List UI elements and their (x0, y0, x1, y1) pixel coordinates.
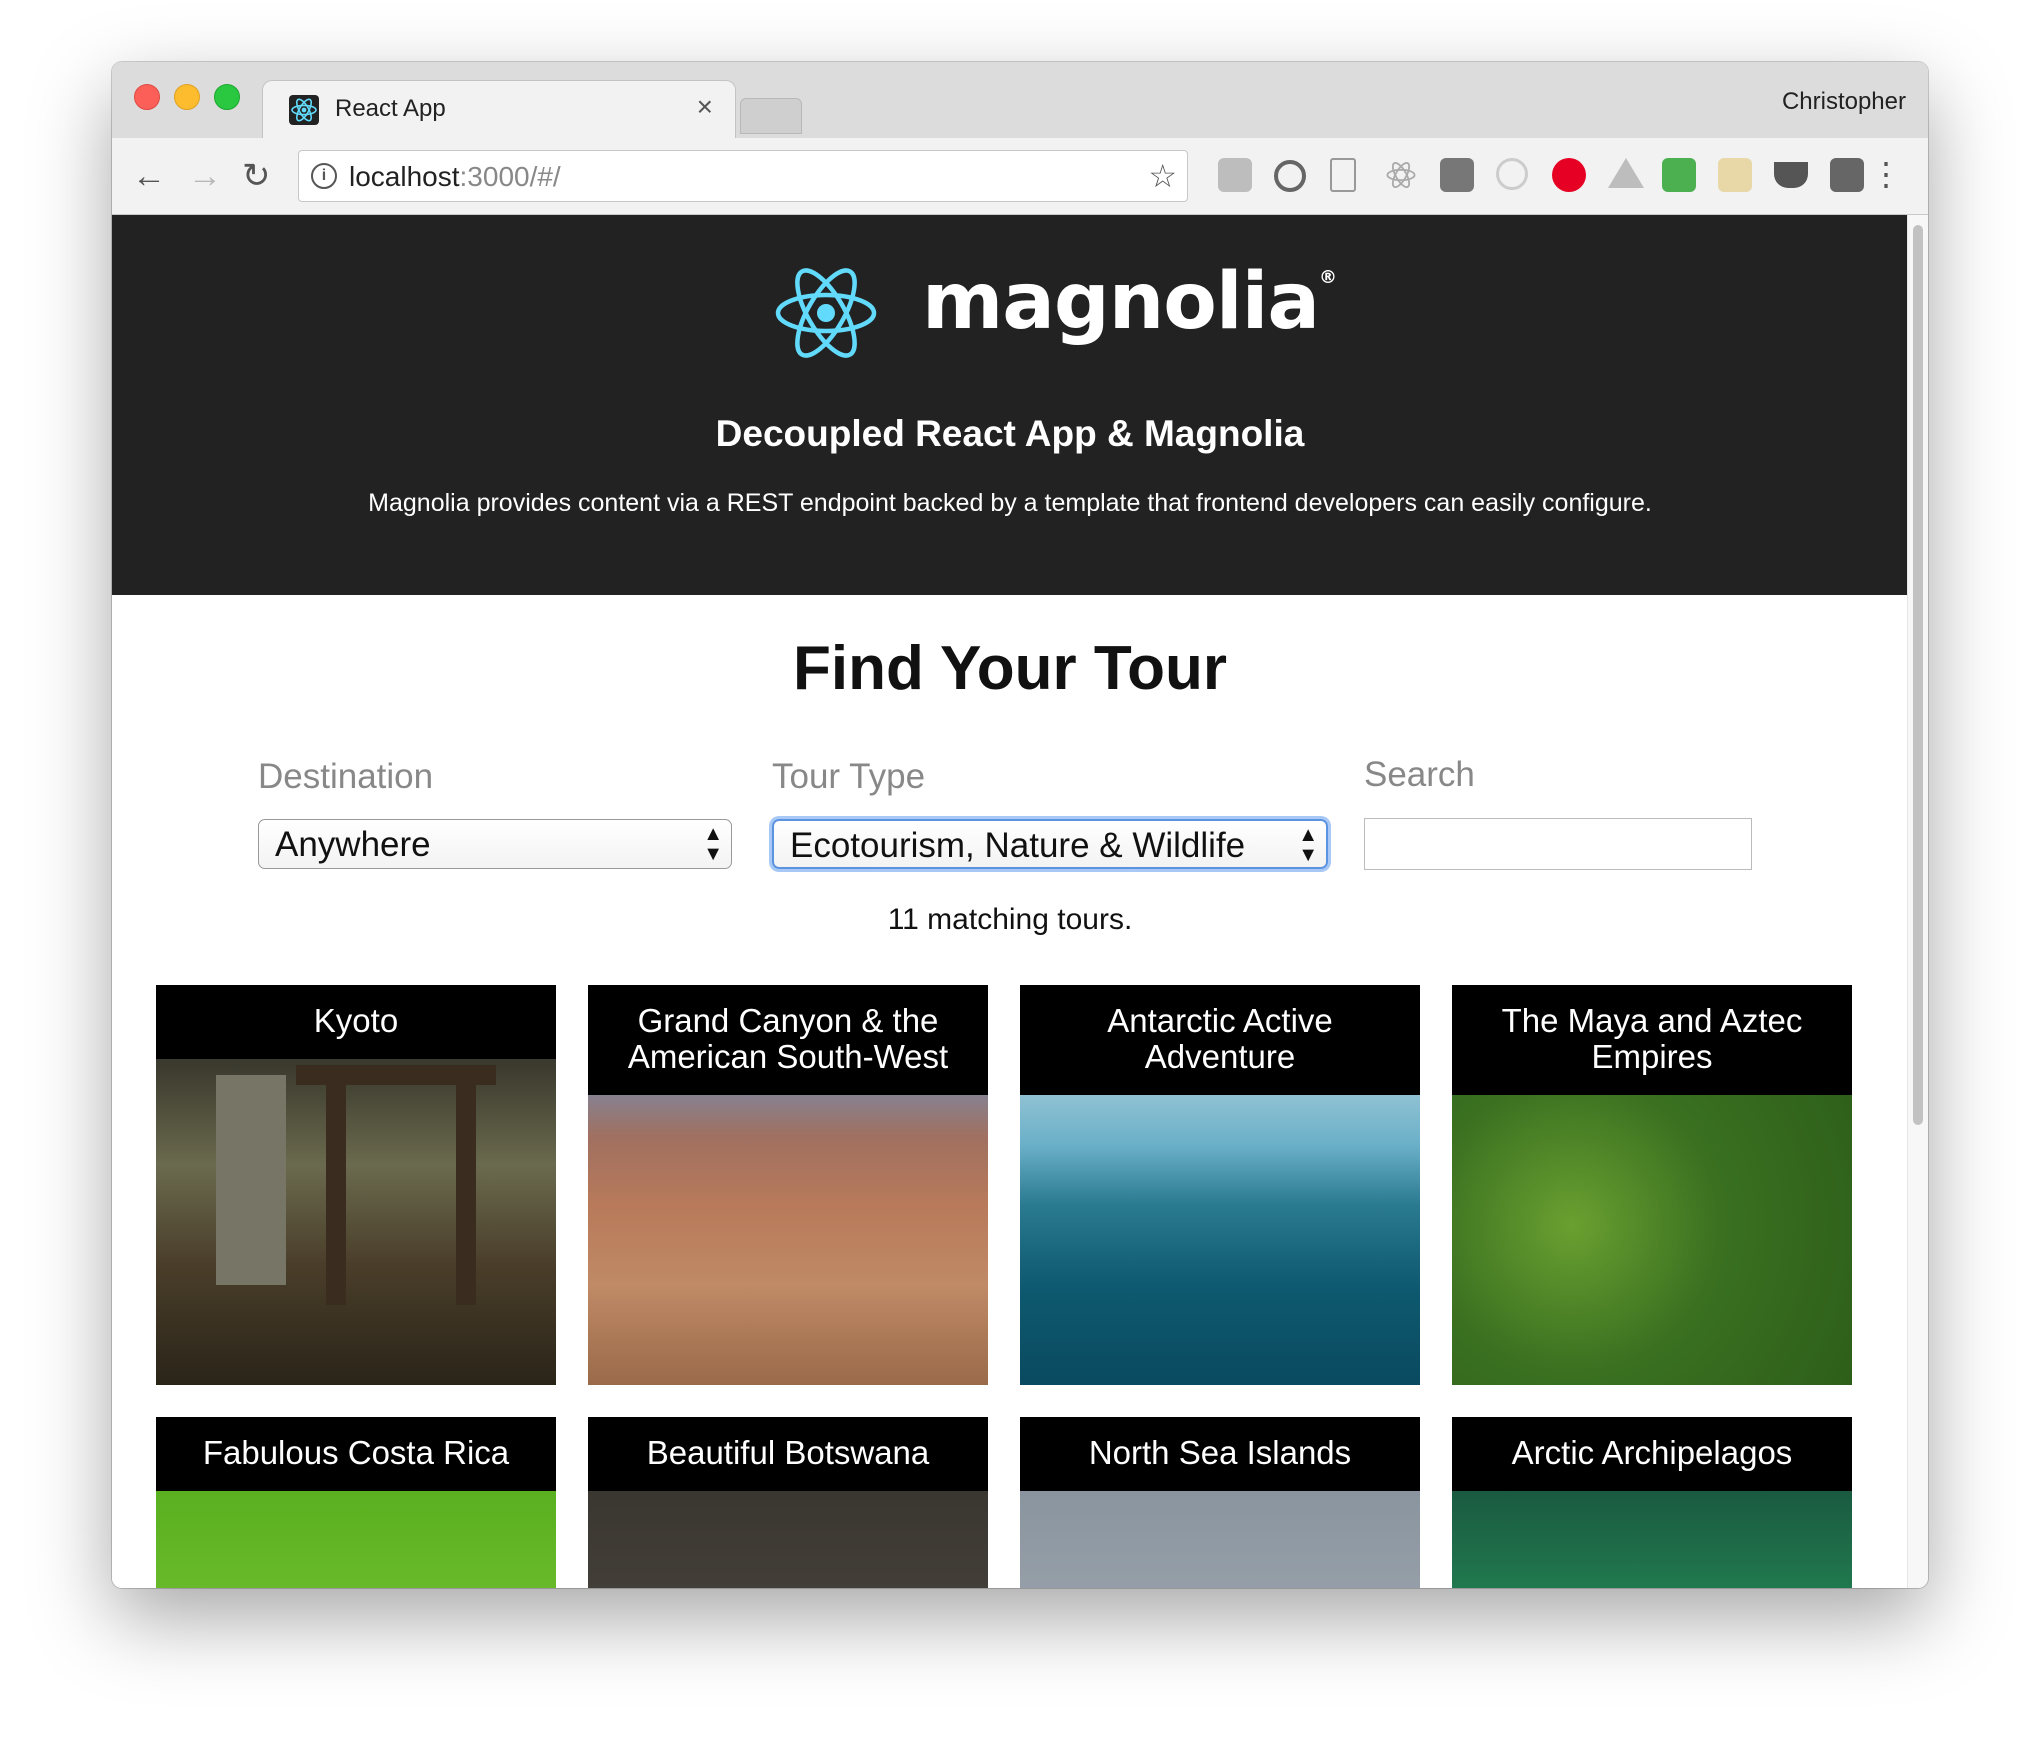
tour-title: Grand Canyon & the American South-West (588, 985, 988, 1095)
magnolia-logo-text: magnolia (922, 257, 1320, 347)
select-arrows-icon: ▲ ▼ (1298, 824, 1318, 866)
cors-icon[interactable] (1662, 158, 1696, 192)
hero-subtitle: Magnolia provides content via a REST end… (368, 489, 1652, 517)
search-label: Search (1364, 755, 1475, 794)
bookmark-star-icon[interactable]: ☆ (1148, 157, 1177, 195)
code-icon[interactable] (1330, 158, 1356, 192)
stone-pillar-shape (216, 1075, 286, 1285)
pinterest-icon[interactable] (1552, 158, 1586, 192)
zoom-window-button[interactable] (214, 84, 240, 110)
tour-title: Antarctic Active Adventure (1020, 985, 1420, 1095)
target-icon[interactable] (1496, 158, 1528, 190)
search-input[interactable] (1364, 818, 1752, 870)
tour-card-north-sea[interactable]: North Sea Islands (1020, 1417, 1420, 1588)
power-icon[interactable] (1274, 160, 1306, 192)
tour-card-arctic[interactable]: Arctic Archipelagos (1452, 1417, 1852, 1588)
tour-card-maya-aztec[interactable]: The Maya and Aztec Empires (1452, 985, 1852, 1385)
tour-type-label: Tour Type (772, 757, 926, 796)
invision-icon[interactable] (1218, 158, 1252, 192)
tour-card-botswana[interactable]: Beautiful Botswana (588, 1417, 988, 1588)
tour-title: North Sea Islands (1020, 1417, 1420, 1491)
registered-mark: ® (1318, 267, 1337, 288)
forward-button[interactable]: → (188, 156, 222, 196)
close-window-button[interactable] (134, 84, 160, 110)
shield-icon[interactable] (1830, 158, 1864, 192)
tour-title: The Maya and Aztec Empires (1452, 985, 1852, 1095)
fullscreen-icon[interactable] (1440, 158, 1474, 192)
browser-window: React App × Christopher ← → ↻ i localhos… (112, 62, 1928, 1588)
tour-card-grand-canyon[interactable]: Grand Canyon & the American South-West (588, 985, 988, 1385)
url-text[interactable]: localhost:3000/#/ (349, 161, 561, 193)
minimize-window-button[interactable] (174, 84, 200, 110)
tour-title: Fabulous Costa Rica (156, 1417, 556, 1491)
tab-close-icon[interactable]: × (697, 91, 713, 123)
tour-title: Beautiful Botswana (588, 1417, 988, 1491)
gate-post-shape (326, 1085, 346, 1305)
result-count: 11 matching tours. (887, 903, 1133, 936)
gate-post-shape (456, 1085, 476, 1305)
browser-menu-icon[interactable]: ⋮ (1870, 156, 1902, 192)
tour-card-costa-rica[interactable]: Fabulous Costa Rica (156, 1417, 556, 1588)
gate-beam-shape (296, 1065, 496, 1085)
tour-card-kyoto[interactable]: Kyoto (156, 985, 556, 1385)
profile-name[interactable]: Christopher (1782, 88, 1906, 116)
pocket-icon[interactable] (1774, 162, 1808, 188)
address-bar[interactable]: i localhost:3000/#/ ☆ (298, 150, 1188, 202)
react-devtools-icon[interactable] (1384, 158, 1418, 192)
destination-select[interactable]: Anywhere ▲ ▼ (258, 819, 732, 869)
tour-title: Kyoto (156, 985, 556, 1059)
select-arrows-icon: ▲ ▼ (703, 823, 723, 865)
new-tab-button[interactable] (740, 98, 802, 134)
react-logo-icon (774, 267, 878, 364)
tour-type-select[interactable]: Ecotourism, Nature & Wildlife ▲ ▼ (772, 819, 1328, 869)
tab-strip: React App × Christopher (112, 62, 1928, 141)
tab-title: React App (335, 95, 446, 122)
destination-select-value: Anywhere (275, 825, 431, 864)
tour-title: Arctic Archipelagos (1452, 1417, 1852, 1491)
hero-title: Decoupled React App & Magnolia (715, 413, 1305, 454)
magnolia-logo: magnolia® (922, 257, 1337, 347)
info-icon[interactable]: i (311, 163, 337, 189)
browser-tab-active[interactable]: React App × (262, 80, 736, 141)
page-scrollbar[interactable] (1907, 215, 1928, 1588)
wheat-icon[interactable] (1718, 158, 1752, 192)
url-path: :3000/#/ (459, 161, 561, 192)
back-button[interactable]: ← (132, 156, 166, 196)
google-drive-icon[interactable] (1608, 158, 1644, 188)
react-favicon-icon (289, 95, 319, 125)
page-title: Find Your Tour (793, 634, 1227, 703)
url-host: localhost (349, 161, 460, 192)
page-viewport: magnolia® Decoupled React App & Magnolia… (112, 215, 1908, 1588)
browser-toolbar: ← → ↻ i localhost:3000/#/ ☆ ⋮ (112, 138, 1928, 215)
reload-button[interactable]: ↻ (242, 156, 271, 196)
tour-type-select-value: Ecotourism, Nature & Wildlife (790, 826, 1246, 865)
tour-card-antarctic[interactable]: Antarctic Active Adventure (1020, 985, 1420, 1385)
destination-label: Destination (258, 757, 434, 796)
hero-banner: magnolia® Decoupled React App & Magnolia… (112, 215, 1908, 595)
scrollbar-thumb[interactable] (1913, 225, 1923, 1125)
